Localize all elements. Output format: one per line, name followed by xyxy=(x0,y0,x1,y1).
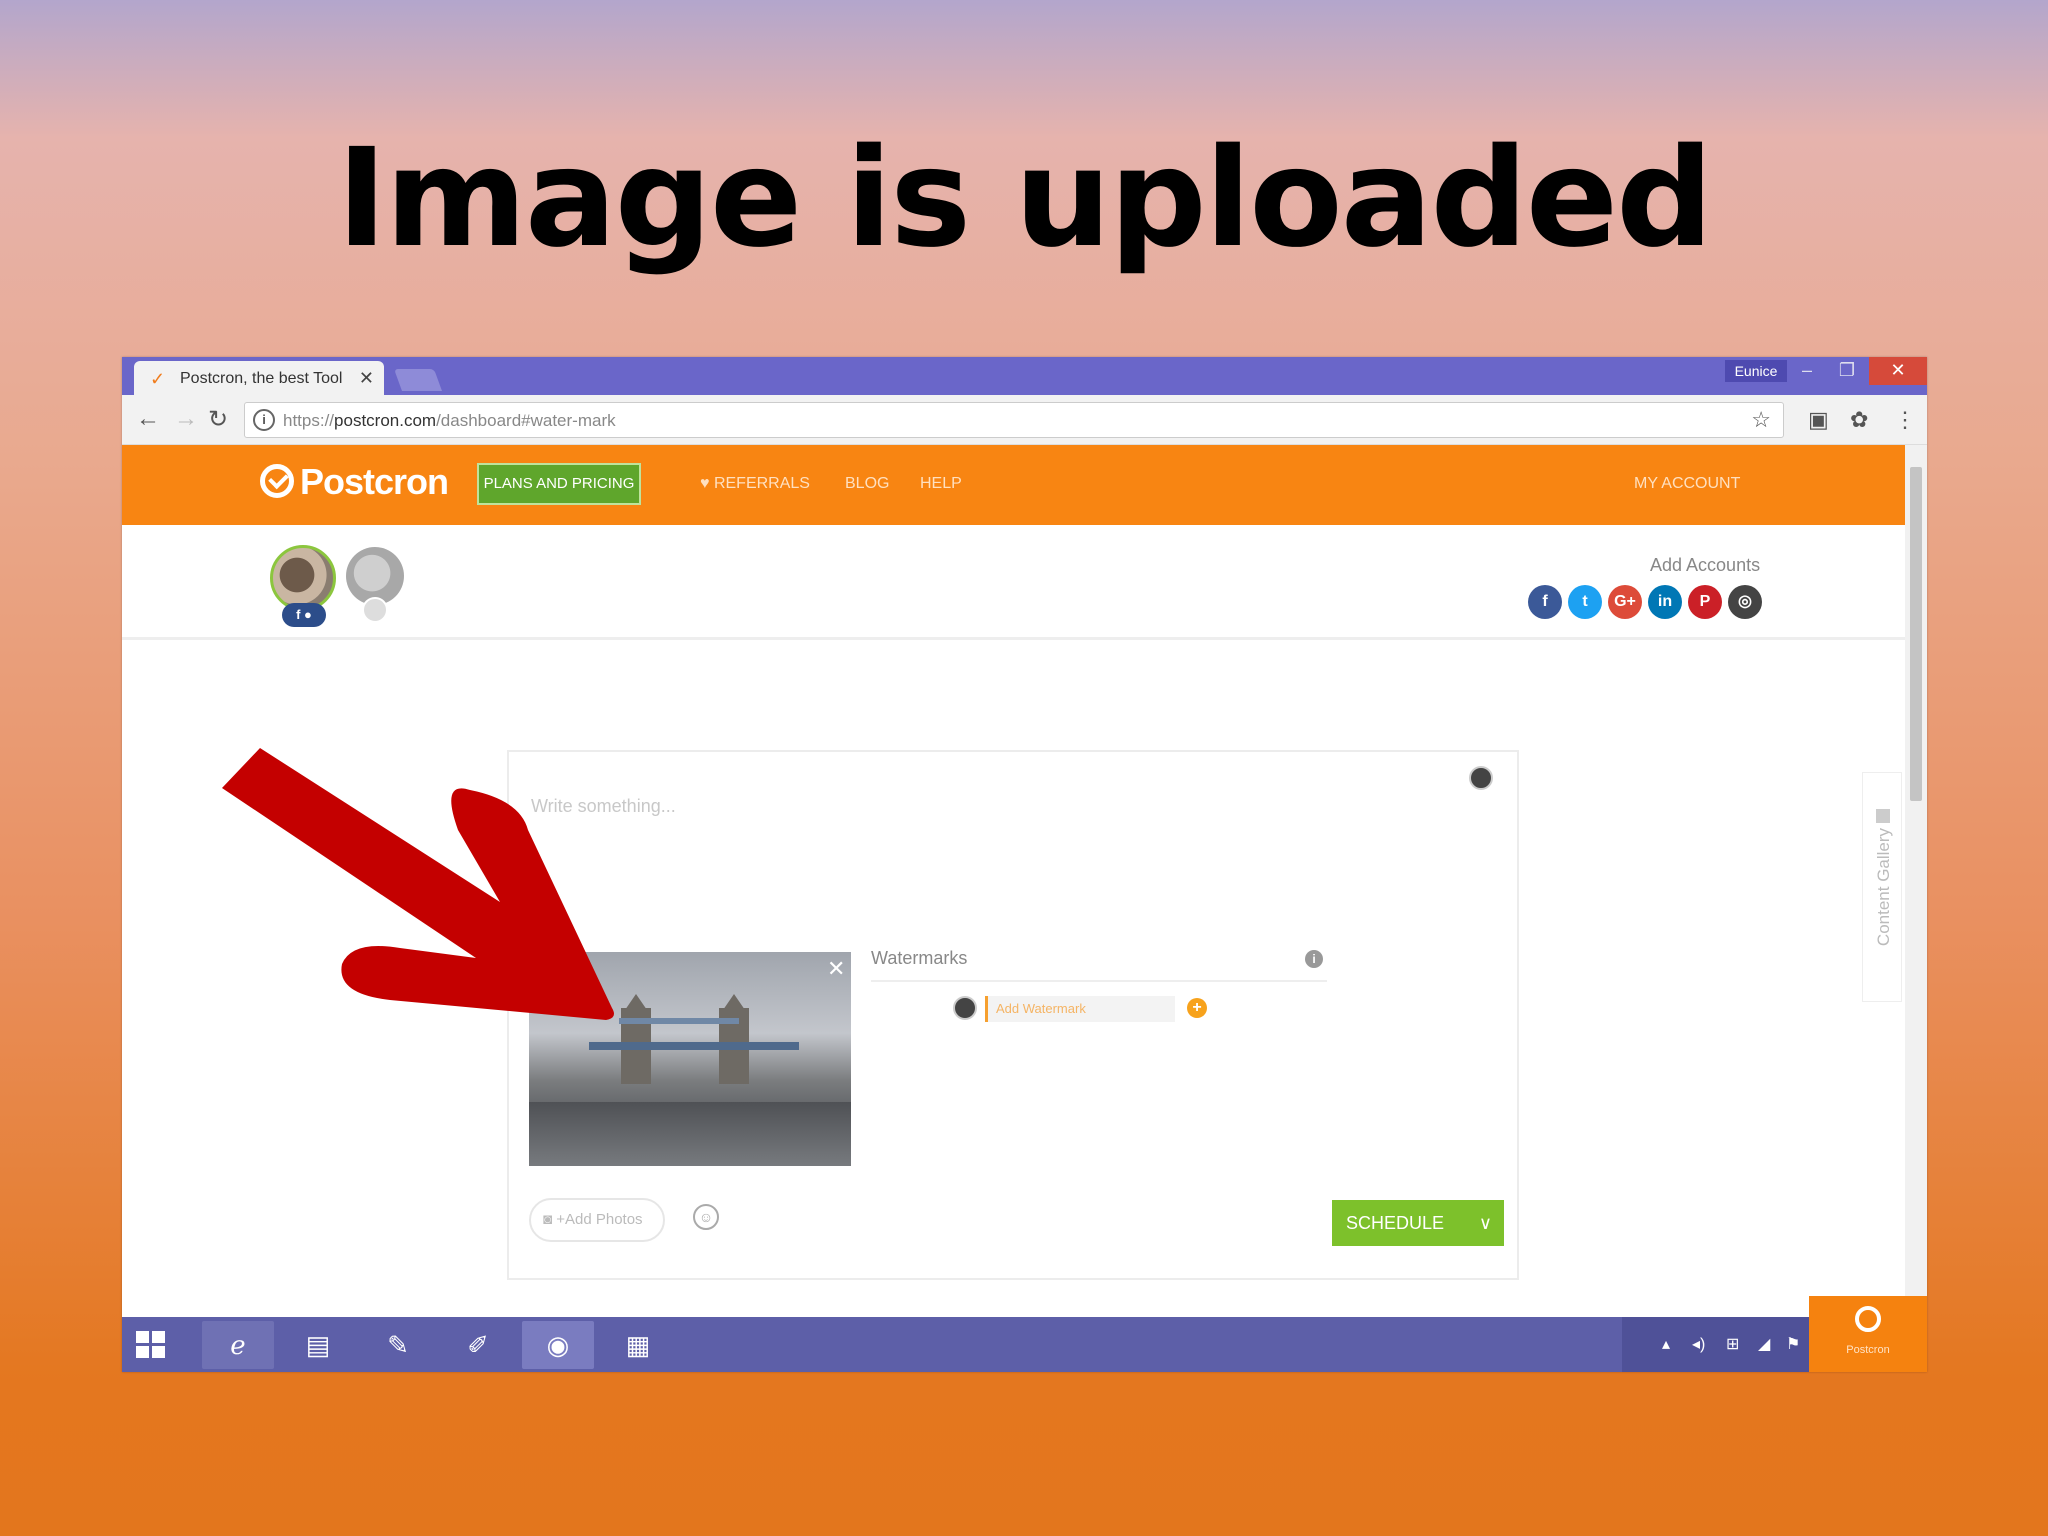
url-host: postcron.com xyxy=(334,411,437,430)
site-navbar: Postcron PLANS AND PRICING ♥ REFERRALS B… xyxy=(122,445,1905,525)
heart-icon: ♥ xyxy=(700,475,710,492)
google-plus-icon[interactable]: G+ xyxy=(1608,585,1642,619)
uploaded-image-thumbnail: ✕ xyxy=(529,952,851,1166)
tray-expand-icon[interactable]: ▴ xyxy=(1662,1334,1670,1354)
scrollbar-thumb[interactable] xyxy=(1910,467,1922,801)
volume-icon[interactable]: ◂) xyxy=(1692,1334,1705,1354)
extension-icon[interactable]: ▣ xyxy=(1808,407,1829,433)
chrome-icon[interactable]: ◉ xyxy=(522,1321,594,1369)
nav-referrals-label: REFERRALS xyxy=(713,475,810,492)
watermark-account-icon xyxy=(953,996,977,1020)
emoji-icon[interactable]: ☺ xyxy=(693,1204,719,1230)
add-accounts-label: Add Accounts xyxy=(1650,555,1761,575)
app-icon[interactable]: ✎ xyxy=(362,1321,434,1369)
facebook-account-badge: f ● xyxy=(282,603,326,627)
postcron-logo-icon xyxy=(1855,1306,1881,1332)
watermarks-label: Watermarks xyxy=(871,948,968,968)
add-watermark-icon[interactable]: + xyxy=(1187,998,1207,1018)
tab-title: Postcron, the best Tool xyxy=(180,370,343,387)
watermark-input[interactable]: Add Watermark xyxy=(985,996,1175,1022)
bridge-walkway xyxy=(619,1018,739,1024)
address-bar: ← → ↻ i https://postcron.com/dashboard#w… xyxy=(122,395,1927,445)
powerpoint-icon[interactable]: ▦ xyxy=(602,1321,674,1369)
schedule-label: SCHEDULE xyxy=(1346,1213,1445,1233)
twitter-account-badge xyxy=(362,597,388,623)
slide-title: Image is uploaded xyxy=(336,120,1714,278)
bridge-deck xyxy=(589,1042,799,1050)
camera-icon: ◙ xyxy=(543,1211,553,1228)
signal-icon[interactable]: ◢ xyxy=(1758,1334,1770,1354)
post-text-input[interactable]: Write something... xyxy=(531,796,676,817)
reload-icon[interactable]: ↻ xyxy=(208,405,228,434)
tab-close-icon[interactable]: ✕ xyxy=(359,368,374,389)
new-tab-button[interactable] xyxy=(393,369,443,391)
content-gallery-label: Content Gallery xyxy=(1874,827,1893,947)
forward-icon[interactable]: → xyxy=(174,405,198,433)
accounts-bar: f ● Add Accounts f t G+ in P ◎ xyxy=(122,525,1905,640)
browser-tab[interactable]: ✓ Postcron, the best Tool ✕ xyxy=(134,361,384,395)
browser-screenshot: ✓ Postcron, the best Tool ✕ Eunice – ❐ ✕… xyxy=(122,357,1927,1372)
selected-account-avatar[interactable] xyxy=(270,545,336,611)
nav-my-account[interactable]: MY ACCOUNT xyxy=(1634,475,1740,493)
chevron-down-icon[interactable]: ∨ xyxy=(1479,1200,1492,1246)
profile-badge[interactable]: Eunice xyxy=(1725,360,1787,382)
content-gallery-tab[interactable]: Content Gallery xyxy=(1862,772,1902,1002)
bookmark-star-icon[interactable]: ☆ xyxy=(1751,407,1771,433)
linkedin-icon[interactable]: in xyxy=(1648,585,1682,619)
file-explorer-icon[interactable]: ▤ xyxy=(282,1321,354,1369)
site-info-icon[interactable]: i xyxy=(253,409,275,431)
riverside-walkway xyxy=(529,1102,851,1166)
brand-name: Postcron xyxy=(300,461,449,502)
schedule-button[interactable]: SCHEDULE ∨ xyxy=(1332,1200,1504,1246)
add-photos-button[interactable]: ◙ +Add Photos xyxy=(529,1198,665,1242)
postcron-logo[interactable]: Postcron xyxy=(260,461,449,503)
watermark-info-icon[interactable]: i xyxy=(1305,950,1323,968)
plans-and-pricing-button[interactable]: PLANS AND PRICING xyxy=(477,463,641,505)
facebook-icon[interactable]: f xyxy=(1528,585,1562,619)
paint-icon[interactable]: ✐ xyxy=(442,1321,514,1369)
divider xyxy=(871,980,1327,982)
postcron-logo-icon xyxy=(260,464,294,498)
minimize-icon[interactable]: – xyxy=(1787,357,1827,385)
twitter-icon[interactable]: t xyxy=(1568,585,1602,619)
add-photos-label: +Add Photos xyxy=(556,1211,643,1228)
remove-image-icon[interactable]: ✕ xyxy=(827,956,845,982)
browser-titlebar: ✓ Postcron, the best Tool ✕ Eunice – ❐ ✕ xyxy=(122,357,1927,395)
url-scheme: https:// xyxy=(283,411,335,430)
restore-icon[interactable]: ❐ xyxy=(1827,357,1867,385)
back-icon[interactable]: ← xyxy=(136,405,160,433)
internet-explorer-icon[interactable]: ℯ xyxy=(202,1321,274,1369)
nav-referrals[interactable]: ♥ REFERRALS xyxy=(700,475,810,493)
url-path: /dashboard#water-mark xyxy=(436,411,616,430)
nav-blog[interactable]: BLOG xyxy=(845,475,889,493)
post-composer: Write something... ✕ Watermarks i Add Wa… xyxy=(507,750,1519,1280)
flag-icon[interactable]: ⚑ xyxy=(1786,1334,1800,1354)
extension-icon[interactable]: ✿ xyxy=(1850,407,1868,433)
instagram-icon[interactable]: ◎ xyxy=(1728,585,1762,619)
account-toggle-icon[interactable] xyxy=(1469,766,1493,790)
url-input[interactable]: i https://postcron.com/dashboard#water-m… xyxy=(244,402,1784,438)
nav-help[interactable]: HELP xyxy=(920,475,962,493)
postcron-favicon-icon: ✓ xyxy=(150,369,166,389)
postcron-badge-label: Postcron xyxy=(1846,1344,1890,1356)
window-close-icon[interactable]: ✕ xyxy=(1869,357,1927,385)
windows-start-icon[interactable] xyxy=(136,1331,166,1359)
pinterest-icon[interactable]: P xyxy=(1688,585,1722,619)
menu-kebab-icon[interactable]: ⋮ xyxy=(1894,407,1916,433)
network-icon[interactable]: ⊞ xyxy=(1726,1334,1739,1354)
postcron-corner-badge: Postcron xyxy=(1809,1296,1927,1372)
windows-taskbar: ℯ ▤ ✎ ✐ ◉ ▦ ▴ ◂) ⊞ ◢ ⚑ xyxy=(122,1317,1927,1372)
